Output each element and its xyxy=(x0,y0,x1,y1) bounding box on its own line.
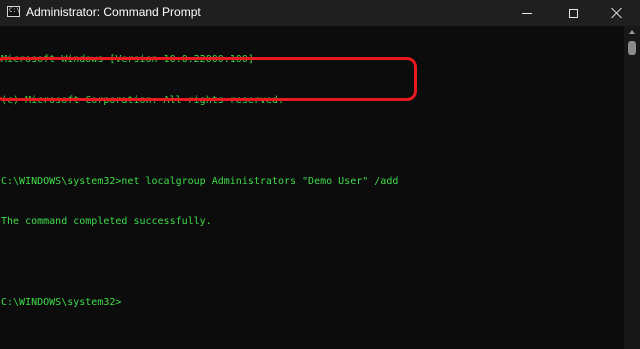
close-button[interactable] xyxy=(594,0,640,26)
vertical-scrollbar[interactable] xyxy=(624,26,640,349)
minimize-icon xyxy=(522,12,532,14)
console-line-command: C:\WINDOWS\system32>net localgroup Admin… xyxy=(1,175,399,187)
command-prompt-window: C:\ Administrator: Command Prompt Micros… xyxy=(0,0,640,349)
console-output[interactable]: Microsoft Windows [Version 10.0.22000.10… xyxy=(0,26,624,349)
maximize-button[interactable] xyxy=(550,0,596,26)
maximize-icon xyxy=(568,8,578,18)
console-prompt[interactable]: C:\WINDOWS\system32> xyxy=(1,296,624,310)
console-line-result: The command completed successfully. xyxy=(1,216,212,227)
scrollbar-thumb[interactable] xyxy=(628,41,636,55)
command-prompt-icon: C:\ xyxy=(7,6,20,17)
title-bar[interactable]: C:\ Administrator: Command Prompt xyxy=(0,0,640,26)
console-line-copyright: (c) Microsoft Corporation. All rights re… xyxy=(1,94,284,106)
window-title: Administrator: Command Prompt xyxy=(26,5,201,19)
scroll-up-arrow-icon[interactable] xyxy=(629,30,635,34)
minimize-button[interactable] xyxy=(504,0,550,26)
console-line-version: Microsoft Windows [Version 10.0.22000.10… xyxy=(1,54,254,65)
close-icon xyxy=(611,7,623,19)
